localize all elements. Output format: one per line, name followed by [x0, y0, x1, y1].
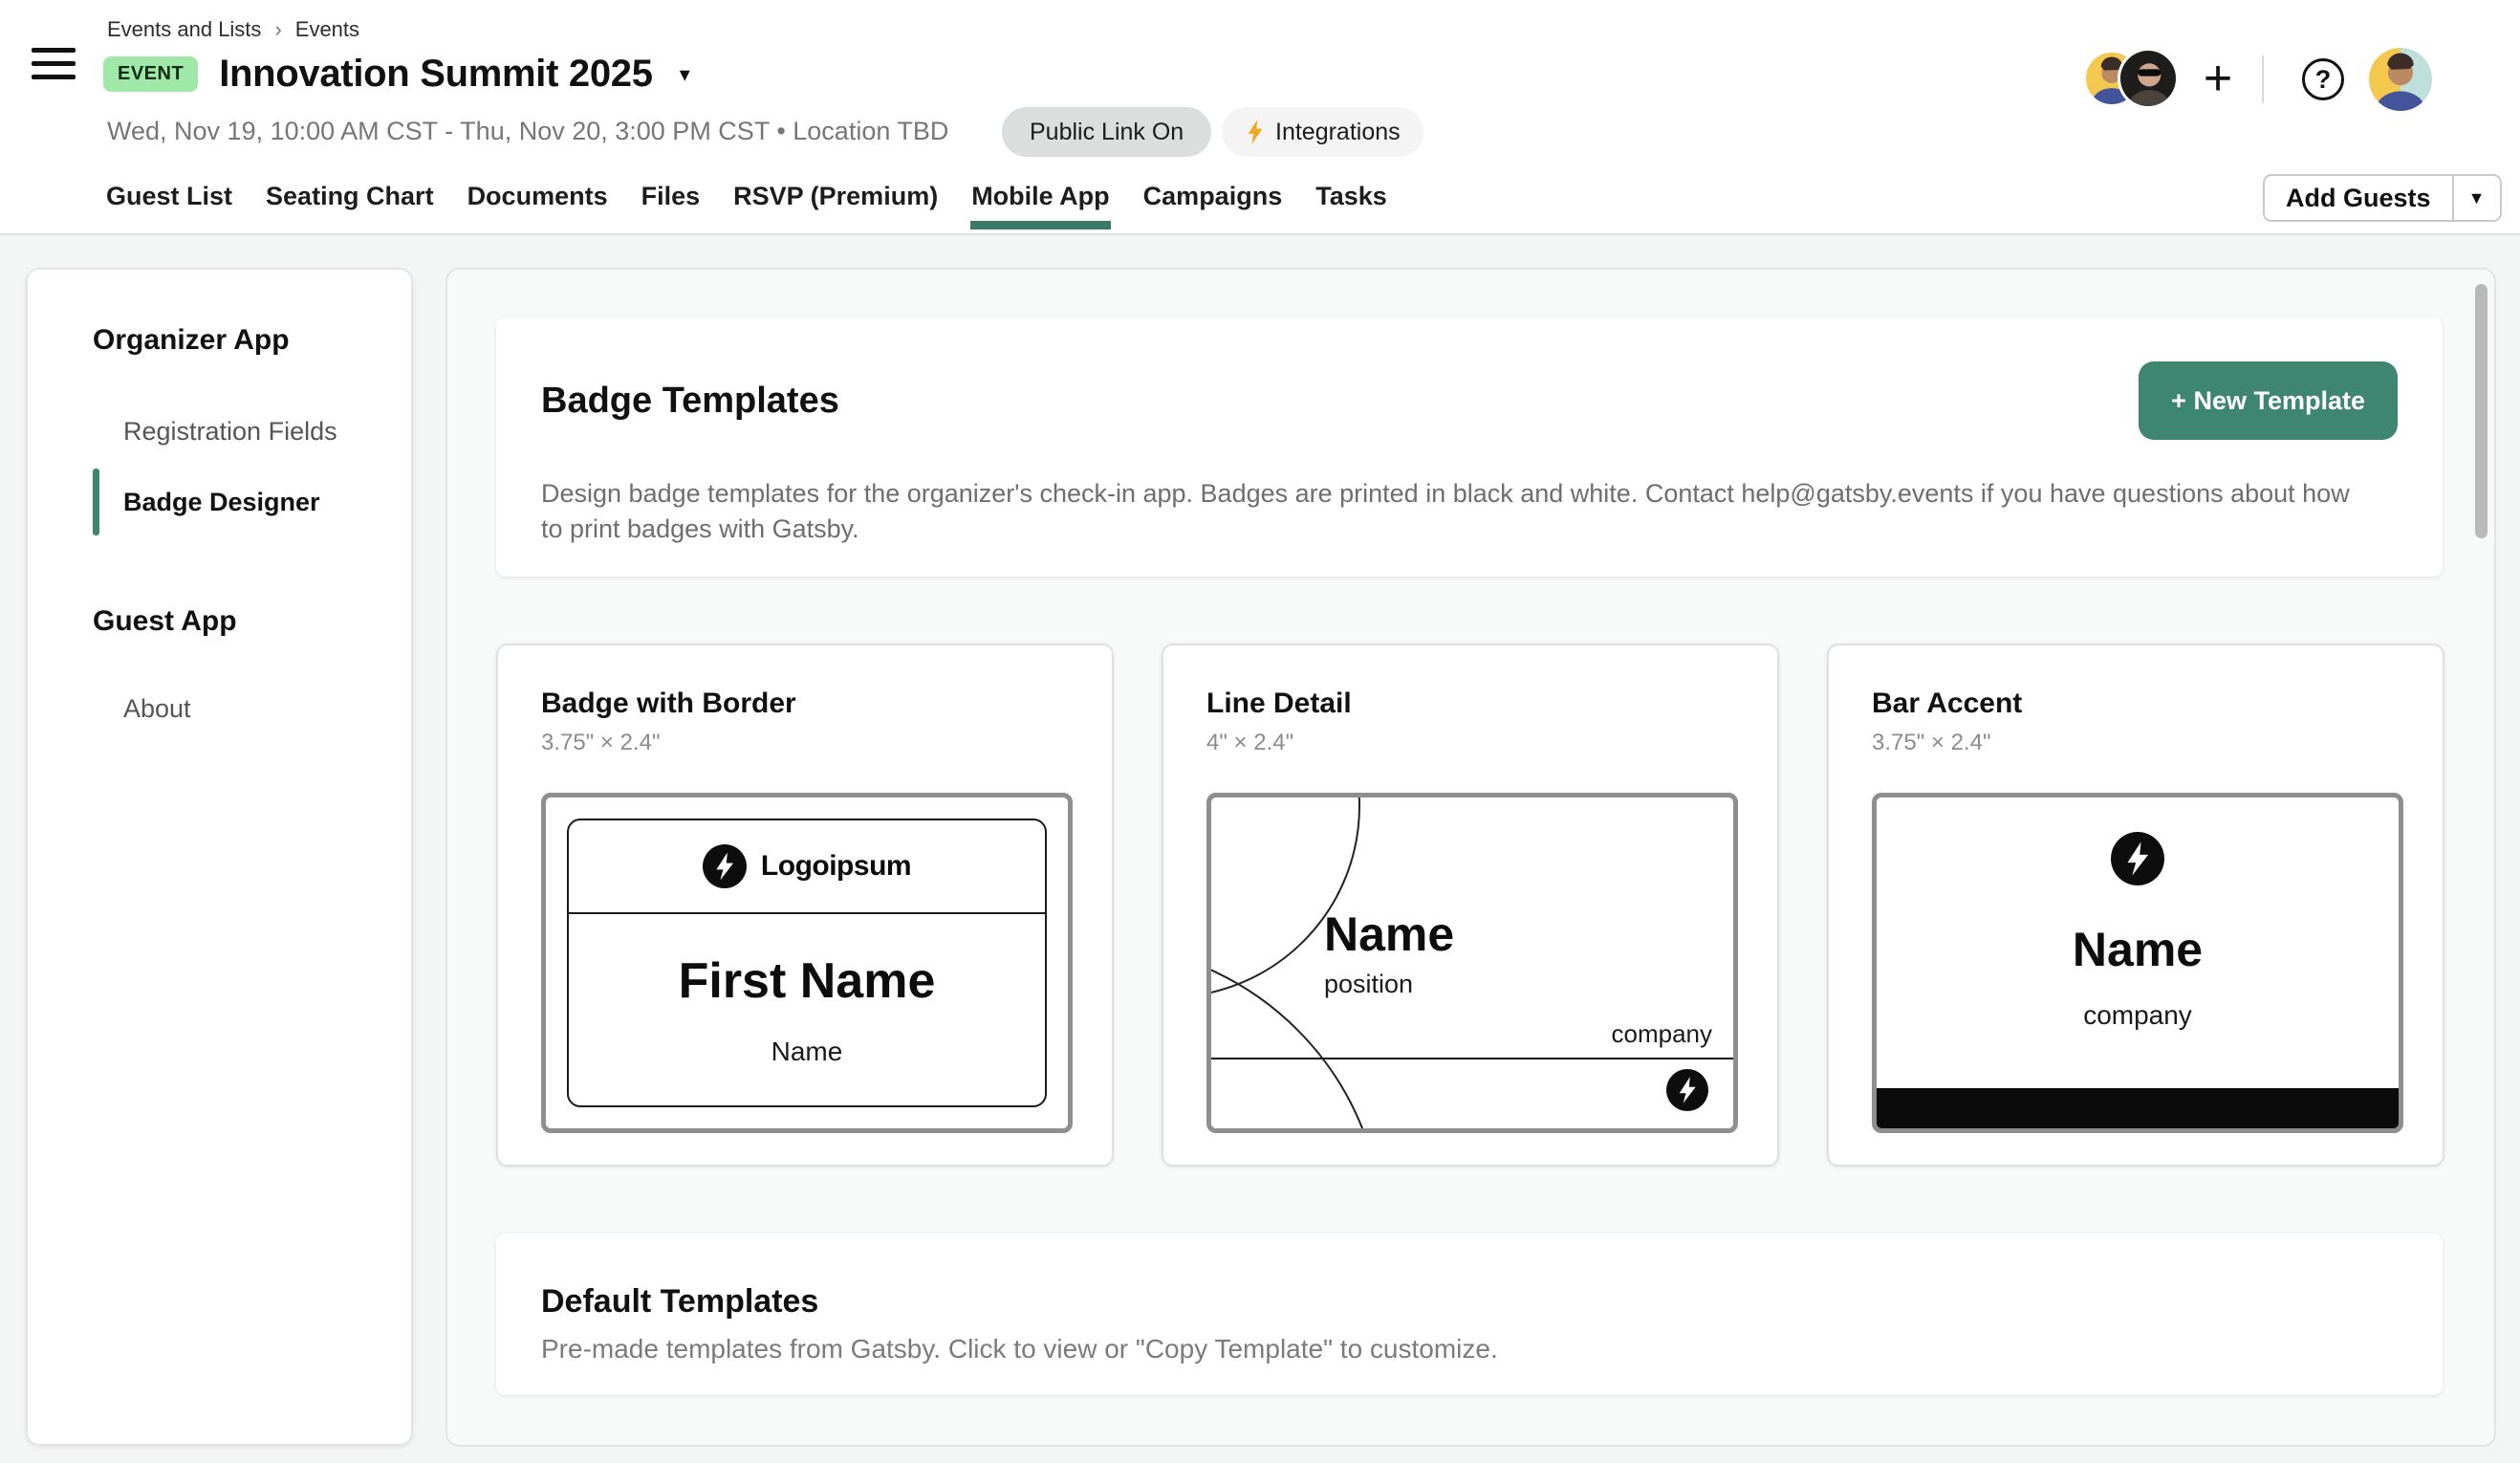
tab-files[interactable]: Files — [641, 163, 702, 229]
new-template-button[interactable]: + New Template — [2139, 361, 2398, 440]
badge-company-field: company — [2083, 1000, 2192, 1031]
accent-bar — [1877, 1088, 2399, 1128]
tab-seating-chart[interactable]: Seating Chart — [265, 163, 435, 229]
default-templates-description: Pre-made templates from Gatsby. Click to… — [541, 1334, 2443, 1365]
divider-line — [1211, 1058, 1733, 1059]
tab-mobile-app[interactable]: Mobile App — [970, 163, 1110, 229]
template-size: 3.75" × 2.4" — [1872, 730, 2400, 756]
template-name: Badge with Border — [541, 688, 1069, 720]
add-guests-label: Add Guests — [2265, 176, 2452, 220]
template-size: 3.75" × 2.4" — [541, 730, 1069, 756]
template-card-badge-with-border[interactable]: Badge with Border 3.75" × 2.4" Logoipsum… — [496, 644, 1114, 1167]
badge-preview: Logoipsum First Name Name — [541, 793, 1073, 1133]
event-tabs: Guest List Seating Chart Documents Files… — [105, 163, 1388, 229]
decorative-arcs — [1211, 797, 1733, 1128]
sidebar-heading-organizer-app: Organizer App — [93, 323, 411, 358]
tab-campaigns[interactable]: Campaigns — [1142, 163, 1284, 229]
add-collaborator-icon[interactable]: + — [2189, 50, 2247, 107]
template-name: Bar Accent — [1872, 688, 2400, 720]
logoipsum-bolt-icon — [703, 844, 747, 888]
event-date-location: Wed, Nov 19, 10:00 AM CST - Thu, Nov 20,… — [107, 117, 948, 146]
page-content: Organizer App Registration Fields Badge … — [0, 235, 2520, 1463]
badge-name-field: Name — [1324, 910, 1454, 958]
public-link-label: Public Link On — [1030, 119, 1184, 146]
breadcrumb-separator: › — [274, 17, 281, 42]
breadcrumb-events[interactable]: Events — [295, 17, 359, 42]
logoipsum-text: Logoipsum — [761, 850, 911, 883]
badge-first-name-field: First Name — [569, 952, 1045, 1010]
event-switcher-caret-icon[interactable]: ▾ — [674, 62, 696, 87]
header-divider — [2262, 55, 2264, 103]
template-card-line-detail[interactable]: Line Detail 4" × 2.4" Name position comp… — [1162, 644, 1779, 1167]
tab-tasks[interactable]: Tasks — [1314, 163, 1388, 229]
mobile-app-sidebar: Organizer App Registration Fields Badge … — [26, 268, 413, 1446]
event-type-badge: EVENT — [103, 56, 198, 92]
badge-designer-panel: Badge Templates + New Template Design ba… — [445, 268, 2496, 1447]
public-link-chip[interactable]: Public Link On — [1002, 107, 1211, 157]
badge-templates-card: Badge Templates + New Template Design ba… — [496, 317, 2443, 577]
template-card-bar-accent[interactable]: Bar Accent 3.75" × 2.4" Name company — [1827, 644, 2444, 1167]
integrations-chip[interactable]: Integrations — [1222, 107, 1423, 157]
badge-preview: Name company — [1872, 793, 2403, 1133]
badge-position-field: position — [1324, 970, 1454, 999]
app-header: Events and Lists › Events EVENT Innovati… — [0, 0, 2520, 235]
default-templates-card: Default Templates Pre-made templates fro… — [496, 1234, 2443, 1395]
logoipsum-bolt-icon — [2111, 832, 2164, 885]
badge-company-field: company — [1612, 1019, 1713, 1049]
sidebar-heading-guest-app: Guest App — [93, 604, 411, 639]
add-guests-button[interactable]: Add Guests ▼ — [2263, 174, 2502, 222]
help-icon[interactable]: ? — [2302, 58, 2344, 100]
collaborator-avatar-2[interactable] — [2120, 51, 2176, 106]
sidebar-item-about[interactable]: About — [28, 673, 411, 744]
lightning-icon — [1245, 119, 1266, 145]
tab-documents[interactable]: Documents — [467, 163, 609, 229]
active-indicator-bar — [93, 469, 99, 535]
sidebar-item-registration-fields[interactable]: Registration Fields — [28, 396, 411, 467]
user-avatar[interactable] — [2369, 48, 2432, 111]
menu-icon[interactable] — [32, 48, 76, 79]
badge-name-field: Name — [569, 1037, 1045, 1067]
badge-name-field: Name — [2073, 926, 2203, 973]
scrollbar-thumb[interactable] — [2475, 284, 2487, 538]
default-templates-title: Default Templates — [541, 1283, 2443, 1321]
page-title: Innovation Summit 2025 — [219, 53, 653, 96]
template-cards-row: Badge with Border 3.75" × 2.4" Logoipsum… — [496, 644, 2444, 1167]
sidebar-item-label: Badge Designer — [123, 488, 320, 517]
template-name: Line Detail — [1206, 688, 1734, 720]
template-size: 4" × 2.4" — [1206, 730, 1734, 756]
tab-guest-list[interactable]: Guest List — [105, 163, 233, 229]
breadcrumb-events-and-lists[interactable]: Events and Lists — [107, 17, 261, 42]
add-guests-caret-icon[interactable]: ▼ — [2454, 176, 2500, 220]
sidebar-item-badge-designer[interactable]: Badge Designer — [28, 467, 411, 537]
tab-rsvp-premium[interactable]: RSVP (Premium) — [732, 163, 939, 229]
logoipsum-bolt-icon — [1666, 1069, 1708, 1111]
breadcrumb: Events and Lists › Events — [107, 17, 359, 42]
integrations-label: Integrations — [1275, 119, 1401, 146]
event-title-row: EVENT Innovation Summit 2025 ▾ — [103, 53, 696, 96]
badge-preview: Name position company — [1206, 793, 1738, 1133]
badge-templates-description: Design badge templates for the organizer… — [541, 476, 2357, 547]
badge-templates-title: Badge Templates — [541, 381, 839, 422]
